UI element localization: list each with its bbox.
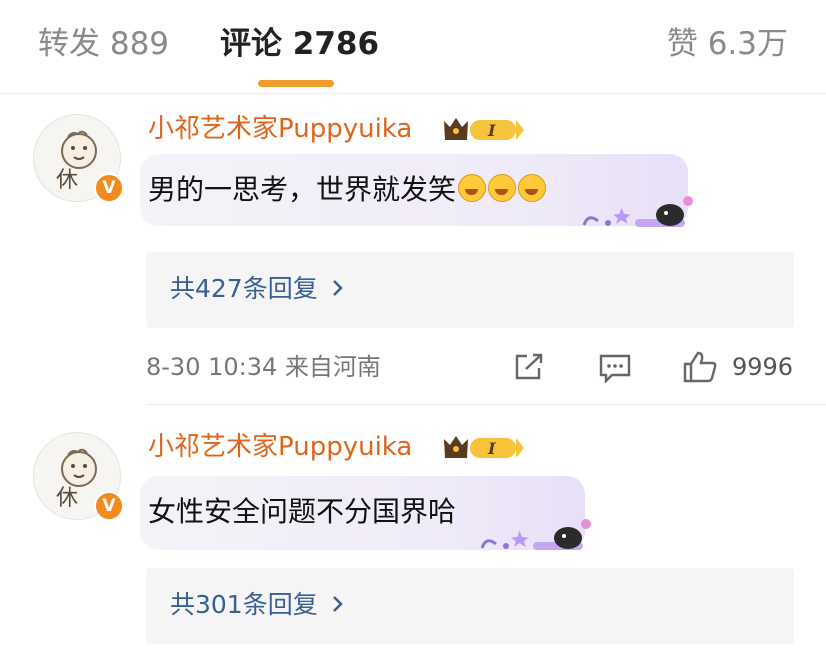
timestamp-location: 8-30 10:34 来自河南 bbox=[146, 353, 381, 381]
verified-badge-icon: V bbox=[94, 173, 124, 203]
chevron-right-icon bbox=[332, 280, 343, 296]
bubble-decoration-icon bbox=[582, 196, 693, 227]
comment-item: 休 V 小祁艺术家Puppyuika I 女性安全问题不分国界哈 共301条回复 bbox=[0, 418, 826, 649]
avatar[interactable]: 休 V bbox=[33, 114, 124, 203]
share-icon[interactable] bbox=[513, 352, 545, 382]
replies-label: 共427条回复 bbox=[170, 272, 344, 306]
username[interactable]: 小祁艺术家Puppyuika bbox=[148, 112, 412, 146]
active-tab-indicator bbox=[258, 80, 334, 87]
bubble-decoration-icon bbox=[480, 519, 591, 550]
svg-text:I: I bbox=[487, 439, 496, 458]
svg-text:I: I bbox=[487, 121, 496, 140]
thumbs-up-icon[interactable] bbox=[682, 350, 718, 384]
crown-level-icon: I bbox=[444, 118, 524, 140]
tab-comments[interactable]: 评论 2786 bbox=[220, 24, 379, 64]
comment-text: 女性安全问题不分国界哈 bbox=[148, 495, 457, 528]
username[interactable]: 小祁艺术家Puppyuika bbox=[148, 430, 412, 464]
verified-badge-icon: V bbox=[94, 491, 124, 521]
laugh-cry-emoji-icon bbox=[488, 174, 517, 202]
comment-icon[interactable] bbox=[598, 353, 632, 383]
replies-link[interactable]: 共427条回复 bbox=[146, 252, 794, 328]
tab-repost[interactable]: 转发 889 bbox=[38, 24, 169, 64]
comment-meta: 8-30 10:34 来自河南 9996 bbox=[146, 350, 794, 386]
svg-text:休: 休 bbox=[56, 486, 78, 511]
like-count: 9996 bbox=[732, 353, 794, 381]
comment-tabs: 转发 889 评论 2786 赞 6.3万 bbox=[0, 0, 826, 94]
laugh-cry-emoji-icon bbox=[458, 174, 487, 202]
chevron-right-icon bbox=[332, 596, 343, 612]
comment-text: 男的一思考，世界就发笑 bbox=[148, 172, 547, 208]
comment-divider bbox=[146, 404, 826, 405]
replies-label: 共301条回复 bbox=[170, 588, 344, 622]
avatar[interactable]: 休 V bbox=[33, 432, 124, 521]
svg-text:休: 休 bbox=[56, 168, 78, 193]
laugh-cry-emoji-icon bbox=[518, 174, 547, 202]
replies-link[interactable]: 共301条回复 bbox=[146, 568, 794, 644]
tabs-divider bbox=[0, 93, 826, 94]
crown-level-icon: I bbox=[444, 436, 524, 458]
comment-item: 休 V 小祁艺术家Puppyuika I 男的一思考，世界就发笑 共427条回复… bbox=[0, 100, 826, 405]
tab-likes[interactable]: 赞 6.3万 bbox=[667, 24, 788, 64]
